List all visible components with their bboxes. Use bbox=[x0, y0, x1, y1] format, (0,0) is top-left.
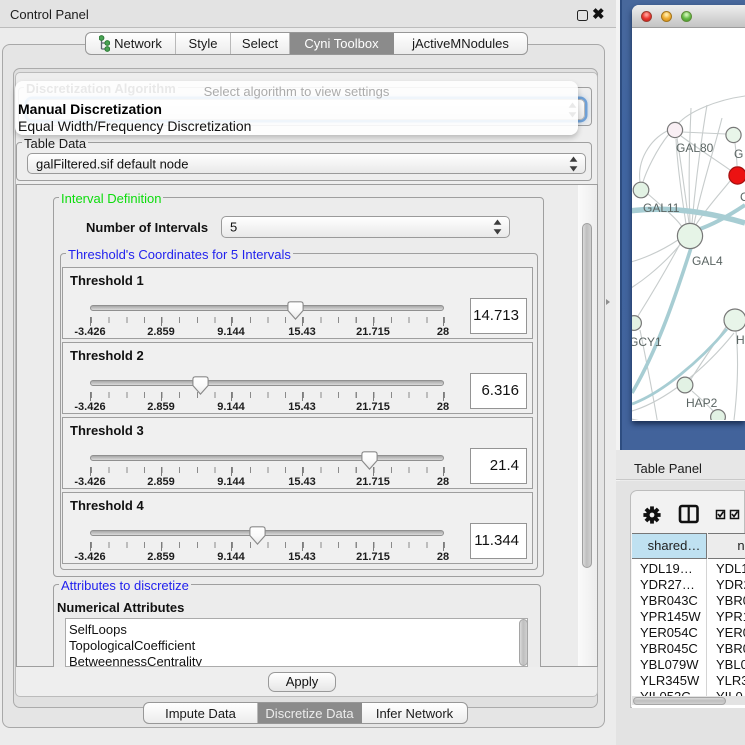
svg-text:GAL11: GAL11 bbox=[643, 201, 680, 215]
svg-text:GCY1: GCY1 bbox=[632, 335, 662, 349]
svg-text:GAL80: GAL80 bbox=[676, 141, 714, 155]
svg-text:G: G bbox=[734, 147, 743, 161]
svg-text:HAP2: HAP2 bbox=[686, 396, 718, 410]
svg-text:H: H bbox=[736, 333, 745, 347]
svg-text:C: C bbox=[740, 190, 745, 204]
svg-text:GAL4: GAL4 bbox=[692, 254, 723, 268]
